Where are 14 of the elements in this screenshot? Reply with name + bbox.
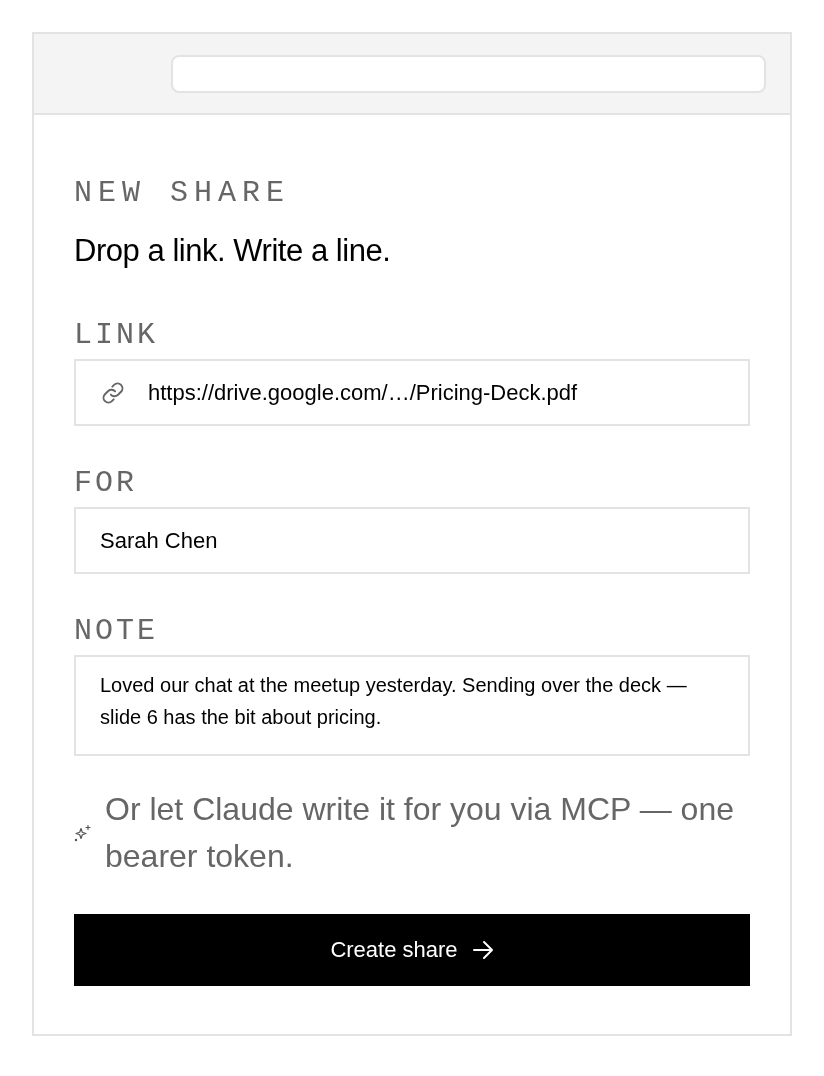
field-label: NOTE <box>74 613 158 649</box>
arrow-right-icon <box>471 939 494 961</box>
form-title: Drop a link. Write a line. <box>74 232 391 270</box>
field-label: FOR <box>74 465 137 501</box>
address-field[interactable] <box>171 54 766 93</box>
sparkle-icon <box>74 824 92 842</box>
note-field[interactable]: Loved our chat at the meetup yesterday. Sending over the deck — slide 6 has the bit about pricing. <box>74 655 750 756</box>
field-label: LINK <box>74 317 158 353</box>
create-share-button[interactable]: Create share <box>74 914 750 986</box>
section-eyebrow: NEW SHARE <box>74 175 291 211</box>
link-icon <box>100 379 126 406</box>
mcp-hint: Or let Claude write it for you via MCP — one bearer token. <box>105 790 735 876</box>
recipient-field[interactable]: Sarah Chen <box>74 507 750 574</box>
link-field[interactable]: https://drive.google.com/…/Pricing-Deck.pdf <box>74 359 750 426</box>
